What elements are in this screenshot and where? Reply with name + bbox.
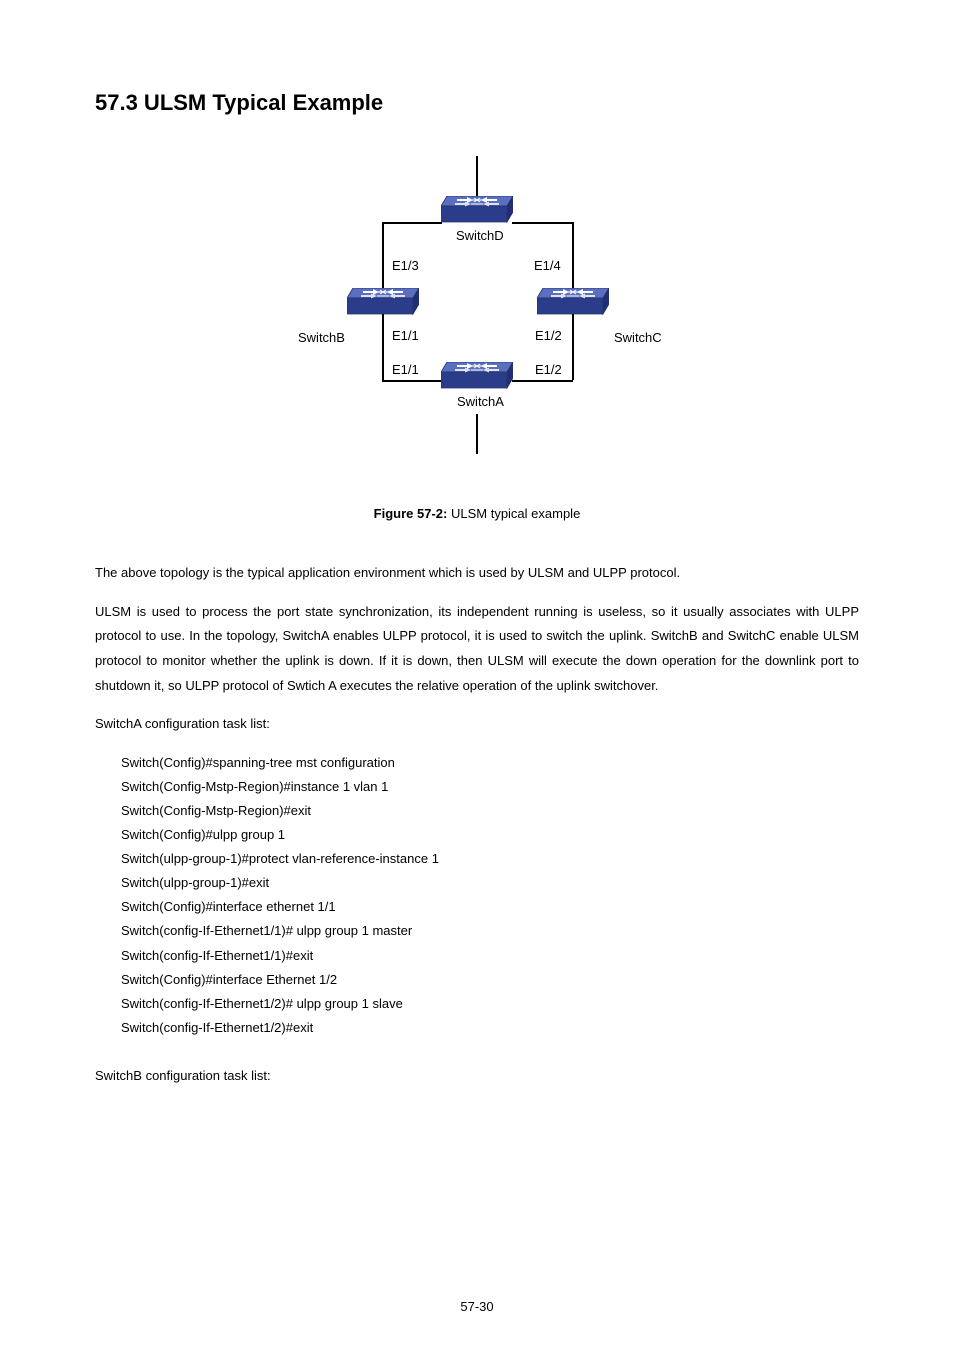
paragraph-3: SwitchA configuration task list: (95, 712, 859, 737)
code-line: Switch(config-If-Ethernet1/2)# ulpp grou… (121, 992, 859, 1016)
link-bottom (476, 414, 478, 454)
switch-a-label: SwitchA (457, 394, 504, 409)
paragraph-1: The above topology is the typical applic… (95, 561, 859, 586)
label-e11b: E1/1 (392, 362, 419, 377)
switch-c-label: SwitchC (614, 330, 662, 345)
switch-a-icon (441, 362, 513, 390)
page-number: 57-30 (0, 1299, 954, 1314)
switch-b-label: SwitchB (298, 330, 345, 345)
switch-b-icon (347, 288, 419, 316)
link-top (476, 156, 478, 196)
label-e14: E1/4 (534, 258, 561, 273)
diagram-container: SwitchD E1/3 E1/4 SwitchB SwitchC E1/1 (95, 156, 859, 466)
label-e12b: E1/2 (535, 362, 562, 377)
link-d-left (382, 222, 442, 224)
section-heading: 57.3 ULSM Typical Example (95, 90, 859, 116)
label-e13: E1/3 (392, 258, 419, 273)
code-line: Switch(ulpp-group-1)#protect vlan-refere… (121, 847, 859, 871)
link-a-left (382, 380, 443, 382)
label-e11l: E1/1 (392, 328, 419, 343)
link-a-right (512, 380, 573, 382)
code-line: Switch(config-If-Ethernet1/1)#exit (121, 944, 859, 968)
code-line: Switch(Config-Mstp-Region)#exit (121, 799, 859, 823)
switch-d-label: SwitchD (456, 228, 504, 243)
topology-diagram: SwitchD E1/3 E1/4 SwitchB SwitchC E1/1 (262, 156, 692, 466)
code-line: Switch(config-If-Ethernet1/2)#exit (121, 1016, 859, 1040)
link-db (382, 222, 384, 288)
code-line: Switch(Config)#interface Ethernet 1/2 (121, 968, 859, 992)
link-d-right (512, 222, 573, 224)
switch-c-icon (537, 288, 609, 316)
label-e12r: E1/2 (535, 328, 562, 343)
paragraph-2: ULSM is used to process the port state s… (95, 600, 859, 699)
paragraph-4: SwitchB configuration task list: (95, 1064, 859, 1089)
code-line: Switch(Config)#ulpp group 1 (121, 823, 859, 847)
link-ca (572, 314, 574, 380)
switch-d-icon (441, 196, 513, 224)
code-line: Switch(Config)#interface ethernet 1/1 (121, 895, 859, 919)
caption-text: ULSM typical example (447, 506, 580, 521)
figure-caption: Figure 57-2: ULSM typical example (95, 506, 859, 521)
code-line: Switch(Config-Mstp-Region)#instance 1 vl… (121, 775, 859, 799)
link-dc (572, 222, 574, 288)
code-line: Switch(Config)#spanning-tree mst configu… (121, 751, 859, 775)
link-ba (382, 314, 384, 380)
code-block-switcha: Switch(Config)#spanning-tree mst configu… (121, 751, 859, 1040)
caption-bold: Figure 57-2: (374, 506, 448, 521)
code-line: Switch(config-If-Ethernet1/1)# ulpp grou… (121, 919, 859, 943)
code-line: Switch(ulpp-group-1)#exit (121, 871, 859, 895)
